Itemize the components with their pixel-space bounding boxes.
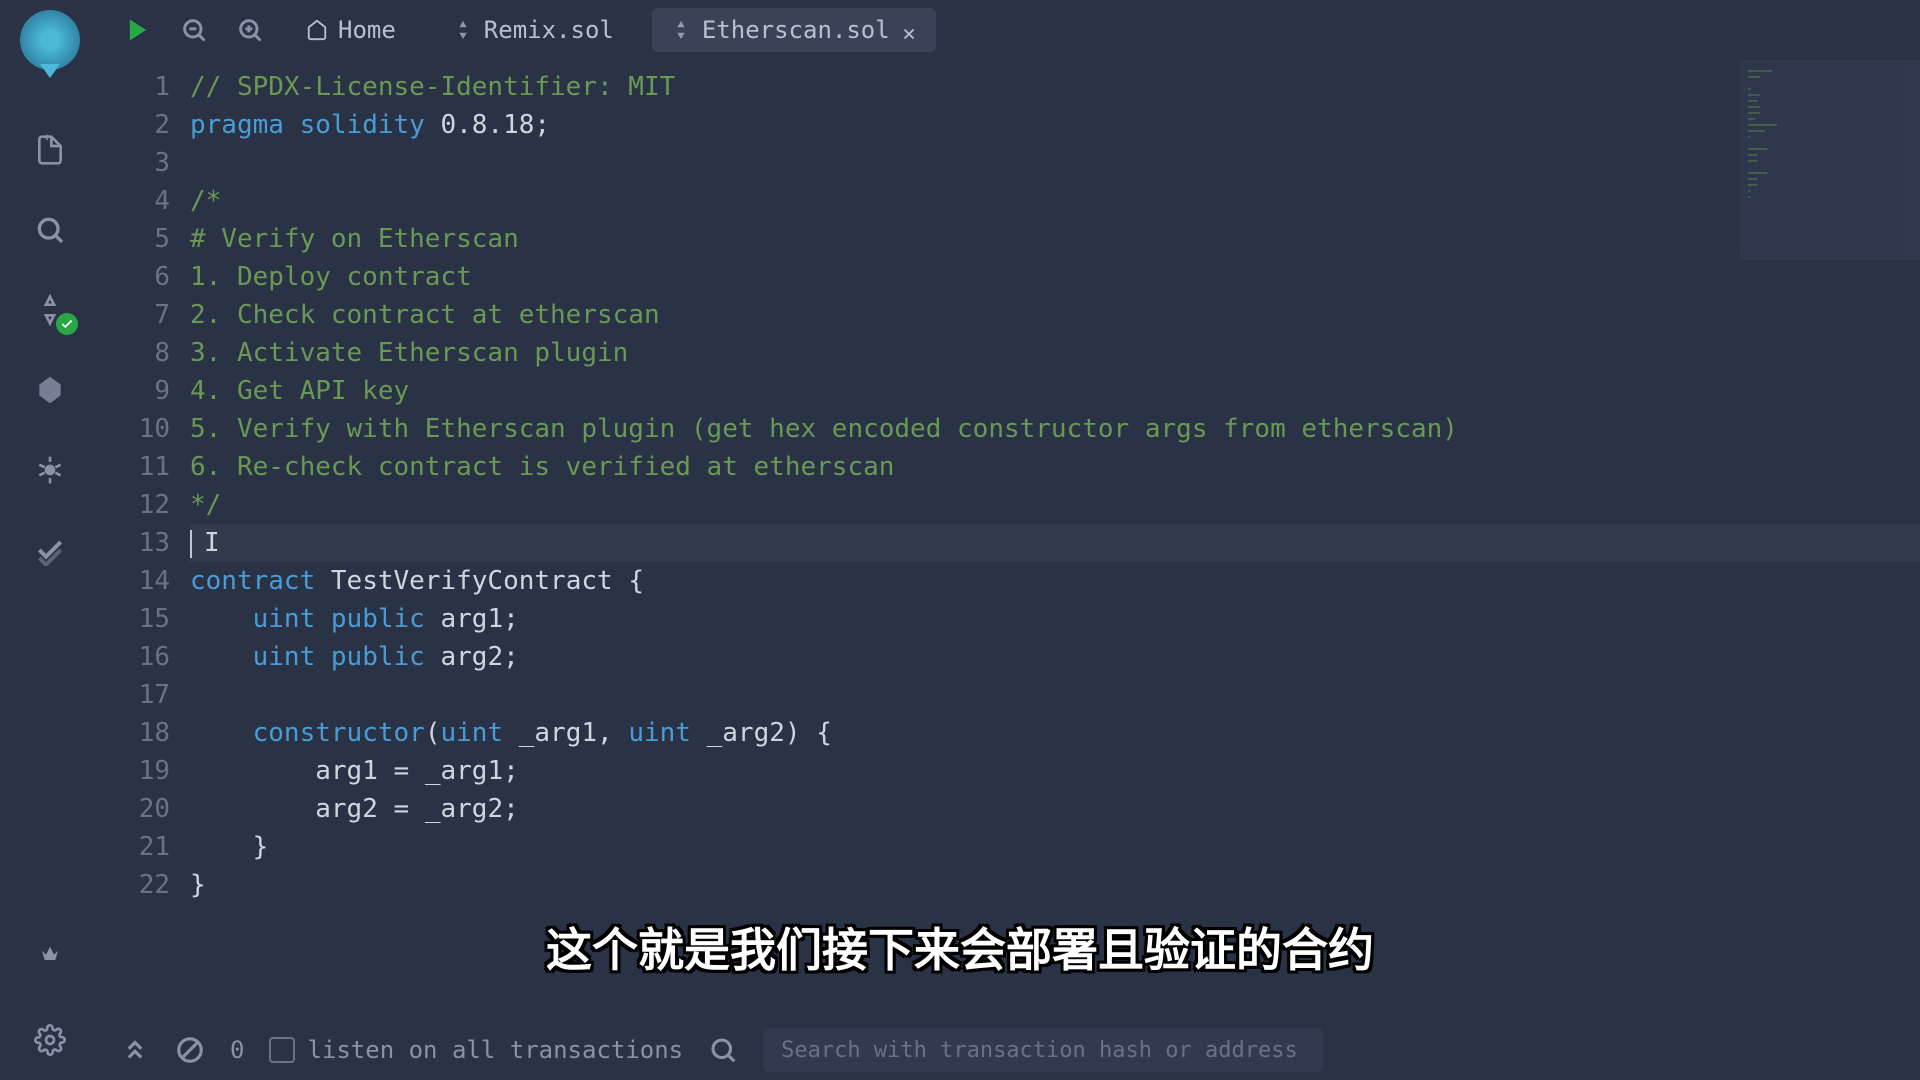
tab-remix[interactable]: Remix.sol xyxy=(434,8,632,52)
toolbar: Home Remix.sol Etherscan.sol xyxy=(100,0,1920,60)
sidebar xyxy=(0,0,100,1080)
tx-search-input[interactable] xyxy=(781,1038,1305,1063)
video-subtitle: 这个就是我们接下来会部署且验证的合约 xyxy=(546,914,1374,980)
tab-remix-label: Remix.sol xyxy=(484,16,614,44)
solidity-icon xyxy=(670,19,692,41)
zoom-in-icon[interactable] xyxy=(232,12,268,48)
zoom-out-icon[interactable] xyxy=(176,12,212,48)
deploy-icon[interactable] xyxy=(30,370,70,410)
ban-icon[interactable] xyxy=(175,1035,205,1065)
expand-icon[interactable] xyxy=(120,1035,150,1065)
tab-etherscan-label: Etherscan.sol xyxy=(702,16,890,44)
solidity-icon xyxy=(452,19,474,41)
minimap-content: ▬▬▬▬▬▬▬▬▬▬▬▬▬▬▬▬▬▬▬▬▬▬▬▬▬▬▬▬▬▬▬▬▬▬▬▬▬▬▬▬… xyxy=(1740,60,1920,208)
line-gutter: 12345678910111213141516171819202122 xyxy=(100,60,190,1020)
run-button[interactable] xyxy=(120,12,156,48)
terminal-bar: 0 listen on all transactions xyxy=(100,1020,1920,1080)
tab-home[interactable]: Home xyxy=(288,8,414,52)
remix-logo[interactable] xyxy=(20,10,80,70)
minimap[interactable]: ▬▬▬▬▬▬▬▬▬▬▬▬▬▬▬▬▬▬▬▬▬▬▬▬▬▬▬▬▬▬▬▬▬▬▬▬▬▬▬▬… xyxy=(1740,60,1920,260)
home-icon xyxy=(306,19,328,41)
tab-home-label: Home xyxy=(338,16,396,44)
close-icon[interactable] xyxy=(900,21,918,39)
settings-icon[interactable] xyxy=(30,1020,70,1060)
search-icon[interactable] xyxy=(30,210,70,250)
compiler-icon[interactable] xyxy=(30,290,70,330)
debugger-icon[interactable] xyxy=(30,450,70,490)
plugin-manager-icon[interactable] xyxy=(30,940,70,980)
code-content[interactable]: // SPDX-License-Identifier: MITpragma so… xyxy=(190,60,1920,1020)
checkbox-icon[interactable] xyxy=(269,1037,295,1063)
compile-success-badge xyxy=(56,313,78,335)
tab-etherscan[interactable]: Etherscan.sol xyxy=(652,8,936,52)
file-explorer-icon[interactable] xyxy=(30,130,70,170)
pending-count: 0 xyxy=(230,1036,244,1064)
plugin-checkmark-icon[interactable] xyxy=(30,530,70,570)
search-icon[interactable] xyxy=(708,1035,738,1065)
listen-toggle[interactable]: listen on all transactions xyxy=(269,1036,683,1064)
code-editor[interactable]: 12345678910111213141516171819202122 // S… xyxy=(100,60,1920,1020)
listen-label-text: listen on all transactions xyxy=(307,1036,683,1064)
tx-search-box[interactable] xyxy=(763,1028,1323,1072)
